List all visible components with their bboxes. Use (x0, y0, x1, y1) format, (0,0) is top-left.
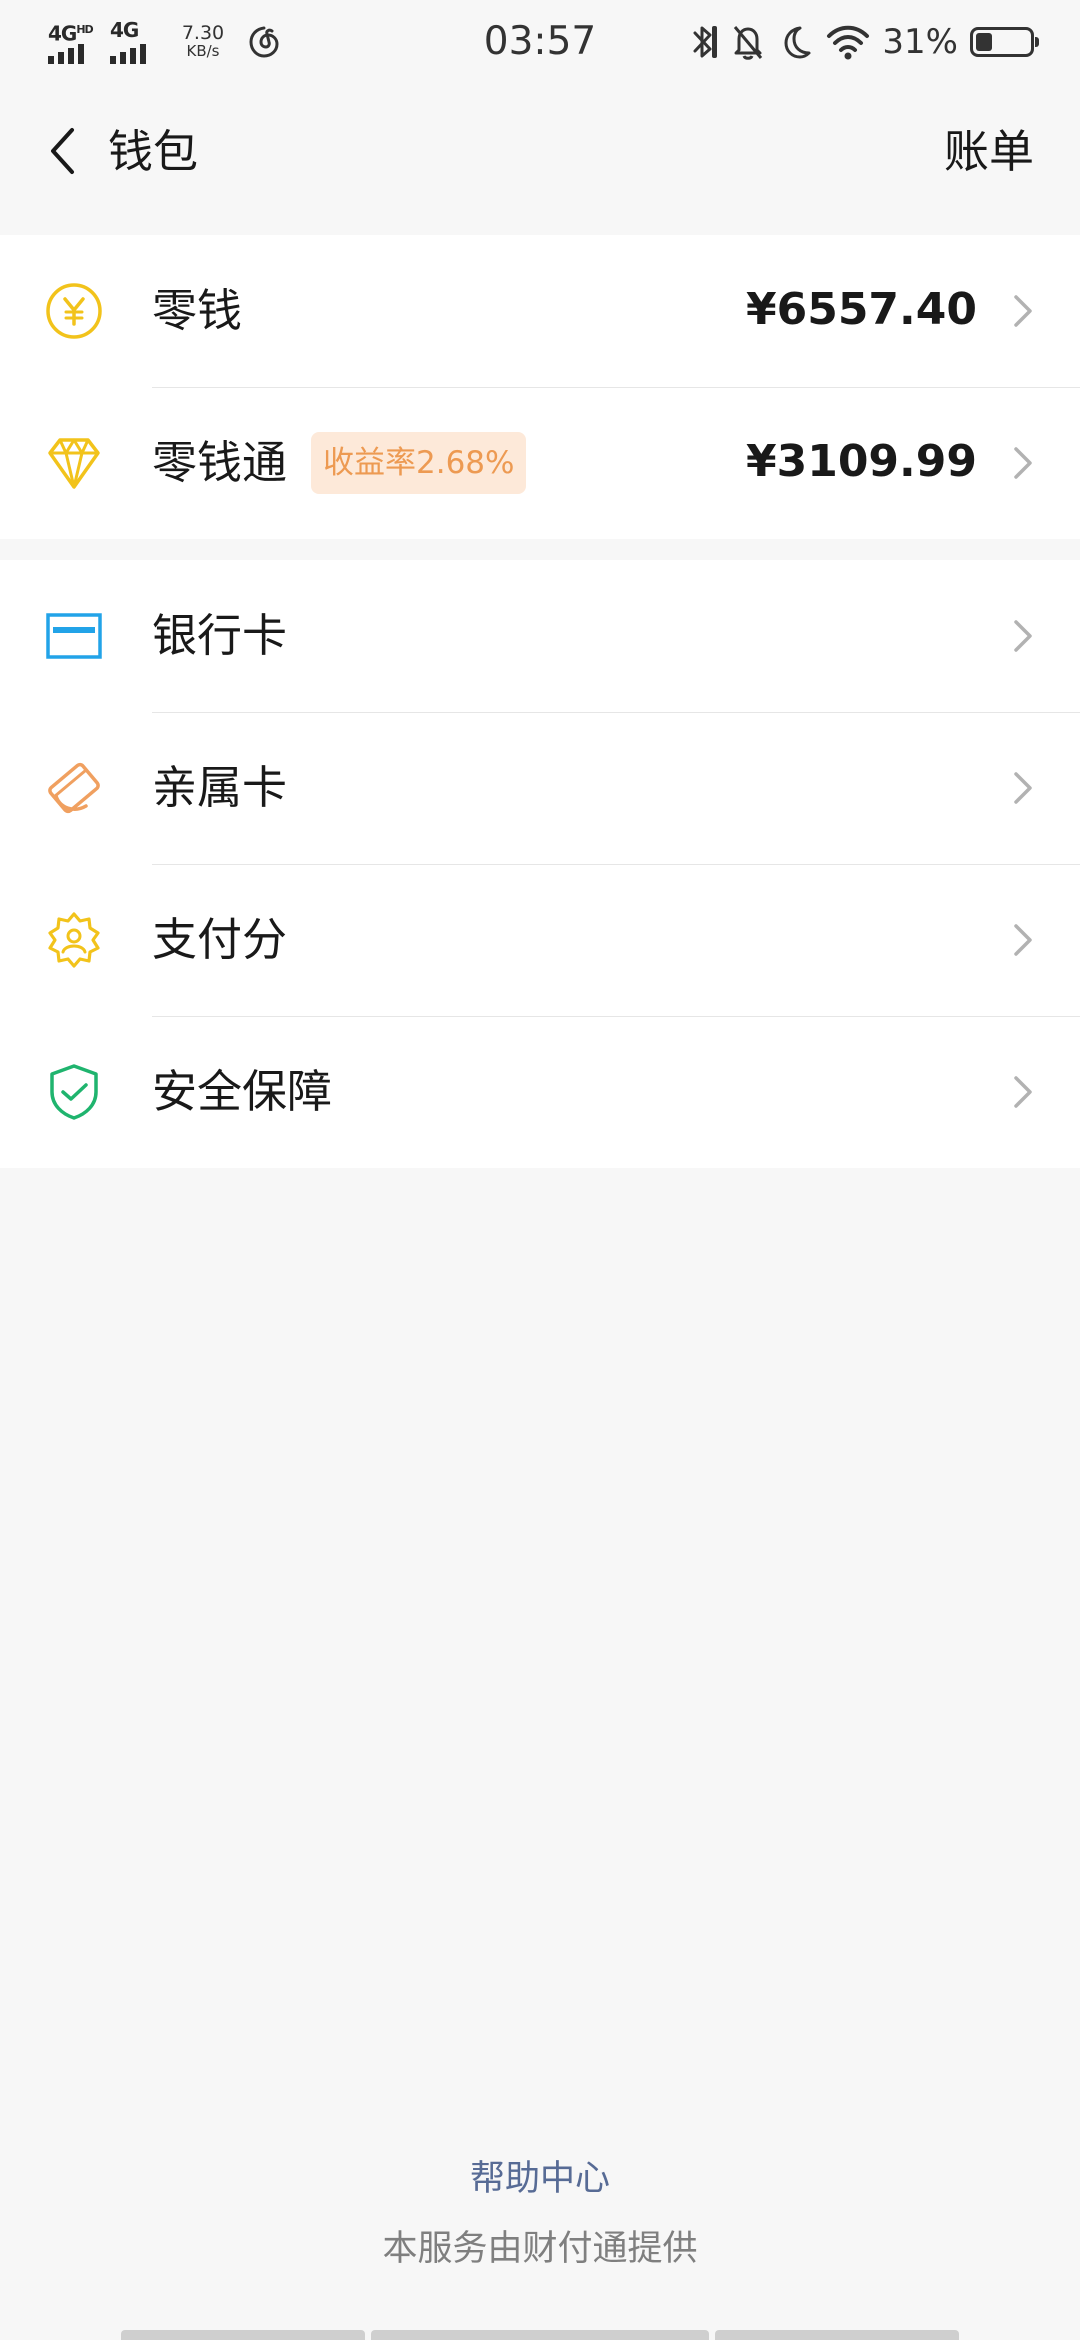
status-bar: 4GHD 4G 7.30 KB/s 03:57 31% (0, 0, 1080, 84)
chevron-right-icon (1012, 618, 1034, 654)
list-item-label: 安全保障 (152, 1065, 333, 1118)
battery-level (976, 33, 992, 51)
list-item-family-card[interactable]: 亲属卡 (0, 712, 1080, 864)
list-item-bank-card[interactable]: 银行卡 (0, 560, 1080, 712)
list-item-label: 银行卡 (152, 609, 288, 662)
bank-card-icon (44, 606, 104, 666)
diamond-icon (44, 433, 104, 493)
mute-bell-icon (734, 26, 763, 60)
do-not-disturb-moon-icon (784, 26, 811, 59)
change-balance: ¥6557.40 (745, 284, 977, 335)
battery-icon (970, 27, 1039, 57)
nav-bar: 钱包 账单 (0, 96, 1080, 206)
list-item-security[interactable]: 安全保障 (0, 1016, 1080, 1168)
balance-list: 零钱 ¥6557.40 零钱通 收益率2.68% ¥3109.99 (0, 235, 1080, 539)
status-bar-right: 31% (688, 18, 1039, 66)
help-center-link[interactable]: 帮助中心 (0, 2154, 1080, 2204)
chevron-right-icon (1012, 1074, 1034, 1110)
services-list: 银行卡 亲属卡 支付分 安全保障 (0, 560, 1080, 1168)
wifi-icon (827, 25, 870, 60)
battery-percent: 31% (882, 22, 958, 62)
yuan-coin-icon (44, 281, 104, 341)
chevron-left-icon (51, 128, 74, 174)
change-plus-balance: ¥3109.99 (745, 436, 977, 487)
bluetooth-icon (693, 26, 718, 58)
chevron-right-icon (1012, 922, 1034, 958)
list-item-pay-score[interactable]: 支付分 (0, 864, 1080, 1016)
chevron-right-icon (1012, 770, 1034, 806)
page-title: 钱包 (108, 125, 199, 178)
family-card-icon (44, 758, 104, 818)
provider-note: 本服务由财付通提供 (382, 2229, 698, 2269)
list-item-change-plus[interactable]: 零钱通 收益率2.68% ¥3109.99 (0, 387, 1080, 539)
list-item-label: 零钱通 (152, 436, 288, 489)
pay-score-icon (44, 910, 104, 970)
chevron-right-icon (1012, 445, 1034, 481)
back-button[interactable] (30, 118, 96, 184)
bottom-edge-strip (0, 2330, 1080, 2340)
list-item-label: 亲属卡 (152, 761, 288, 814)
bill-button[interactable]: 账单 (944, 122, 1034, 182)
yield-rate-badge: 收益率2.68% (311, 432, 527, 494)
list-item-label: 零钱 (152, 284, 243, 337)
list-item-change[interactable]: 零钱 ¥6557.40 (0, 235, 1080, 387)
list-item-label: 支付分 (152, 913, 288, 966)
security-shield-icon (44, 1062, 104, 1122)
chevron-right-icon (1012, 293, 1034, 329)
